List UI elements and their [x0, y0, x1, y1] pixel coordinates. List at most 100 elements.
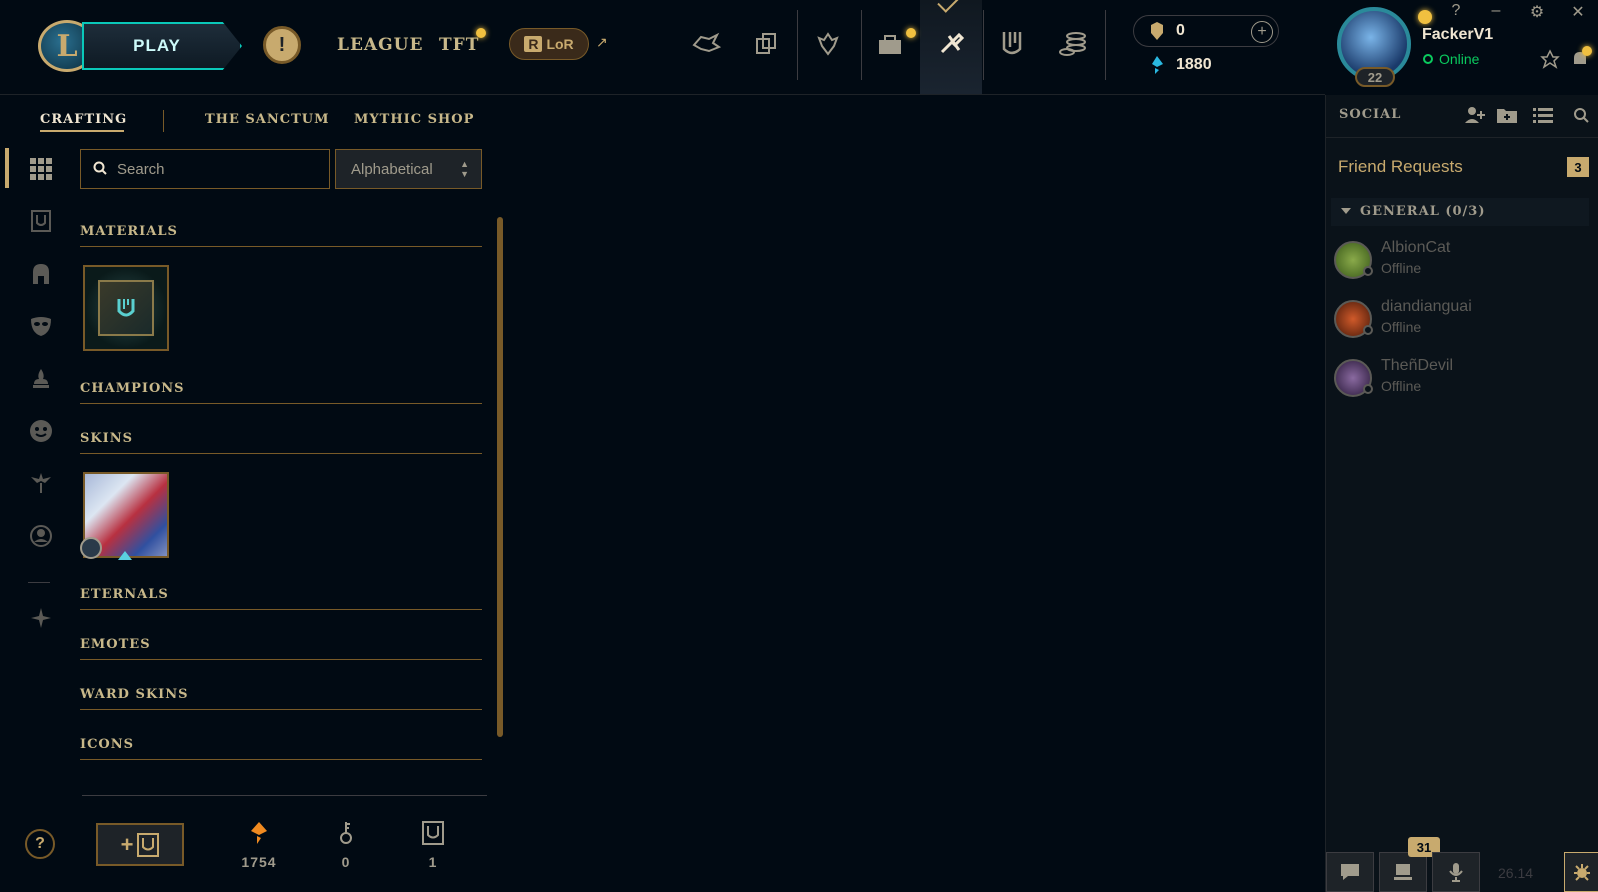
- offline-status-icon: [1363, 384, 1373, 394]
- section-champions: CHAMPIONS: [80, 381, 482, 404]
- skin-mask-icon[interactable]: [26, 311, 56, 341]
- add-friend-icon[interactable]: [1462, 103, 1488, 127]
- section-emotes: EMOTES: [80, 637, 482, 660]
- close-button[interactable]: ✕: [1566, 2, 1590, 22]
- list-view-icon[interactable]: [1530, 103, 1556, 127]
- subnav-separator: [163, 110, 164, 132]
- loot-crafting-icon[interactable]: [931, 24, 971, 64]
- online-status[interactable]: Online: [1423, 51, 1479, 67]
- tab-crafting[interactable]: CRAFTING: [40, 112, 127, 127]
- nav-separator: [983, 10, 984, 80]
- play-button[interactable]: PLAY: [82, 22, 242, 70]
- tab-the-sanctum[interactable]: THE SANCTUM: [205, 112, 330, 127]
- rail-separator: [28, 582, 50, 583]
- blue-essence-icon: [1149, 55, 1165, 75]
- skin-shard-badge-icon: [80, 537, 102, 559]
- collection-cards-icon[interactable]: [746, 24, 786, 64]
- offline-status-icon: [1363, 266, 1373, 276]
- offline-status-icon: [1363, 325, 1373, 335]
- section-icons: ICONS: [80, 737, 482, 760]
- key-icon: [316, 818, 376, 848]
- add-chest-button[interactable]: +: [96, 823, 184, 866]
- chevron-down-icon: [1341, 208, 1351, 214]
- mission-tracker-icon[interactable]: [1540, 49, 1560, 69]
- profile-avatar[interactable]: 22: [1335, 5, 1413, 87]
- summoner-name: FackerV1: [1422, 26, 1494, 43]
- help-button[interactable]: ?: [1444, 2, 1468, 20]
- alert-icon[interactable]: !: [263, 26, 301, 64]
- bug-report-icon[interactable]: [1564, 852, 1598, 892]
- chests-stat: 1: [403, 818, 463, 870]
- masterwork-chest-tile[interactable]: [83, 265, 169, 351]
- tab-crafting-underline: [40, 130, 124, 132]
- friend-name: diandianguai: [1381, 298, 1472, 315]
- tft-notification-dot: [476, 28, 486, 38]
- section-eternals: ETERNALS: [80, 587, 482, 610]
- top-navigation-bar: L PLAY ! LEAGUE TFT R LoR ↗ 0 + 1880 22 …: [0, 0, 1592, 95]
- online-status-icon: [1423, 54, 1433, 64]
- nav-league[interactable]: LEAGUE: [337, 35, 423, 55]
- search-icon: [93, 161, 107, 178]
- social-header-separator: [1326, 137, 1598, 138]
- rp-coins-icon[interactable]: [1053, 24, 1093, 64]
- lor-label: LoR: [546, 36, 574, 52]
- tft-little-legend-icon[interactable]: [808, 24, 848, 64]
- store-bag-icon[interactable]: [870, 24, 910, 64]
- riot-hand-icon[interactable]: [686, 24, 726, 64]
- lor-logo-icon: R: [524, 36, 543, 52]
- search-friends-icon[interactable]: [1568, 103, 1594, 127]
- chest-icon: [137, 832, 160, 857]
- loot-help-button[interactable]: ?: [25, 829, 55, 859]
- minimize-button[interactable]: –: [1484, 2, 1508, 20]
- add-folder-icon[interactable]: [1494, 103, 1520, 127]
- key-fragments-stat: 0: [316, 818, 376, 870]
- chat-button[interactable]: [1326, 852, 1374, 892]
- search-input[interactable]: [117, 160, 307, 178]
- eternals-icon[interactable]: [26, 603, 56, 633]
- nav-separator: [861, 10, 862, 80]
- nav-tft[interactable]: TFT: [439, 35, 479, 55]
- rp-icon: [1149, 21, 1165, 41]
- orange-essence-value: 1754: [241, 854, 277, 870]
- little-legend-icon[interactable]: [26, 363, 56, 393]
- profile-notification-dot: [1418, 10, 1432, 24]
- lor-button[interactable]: R LoR: [509, 28, 589, 60]
- friend-name: AlbionCat: [1381, 239, 1451, 256]
- sort-chevron-icon: ▲ ▼: [460, 159, 469, 179]
- loot-scrollbar[interactable]: [497, 217, 503, 737]
- emote-face-icon[interactable]: [26, 416, 56, 446]
- friend-row[interactable]: AlbionCat Offline: [1334, 236, 1589, 286]
- nav-separator: [797, 10, 798, 80]
- chest-icon: [98, 280, 154, 336]
- bell-notification-dot: [1582, 46, 1592, 56]
- champion-helmet-icon[interactable]: [26, 259, 56, 289]
- key-fragments-value: 0: [341, 854, 351, 870]
- nav-separator: [1105, 10, 1106, 80]
- profile-icon-icon[interactable]: [26, 521, 56, 551]
- friend-status: Offline: [1381, 319, 1422, 335]
- ward-icon[interactable]: [26, 468, 56, 498]
- voice-mic-button[interactable]: [1432, 852, 1480, 892]
- settings-gear-icon[interactable]: ⚙: [1525, 2, 1549, 22]
- friend-row[interactable]: TheñDevil Offline: [1334, 354, 1589, 404]
- clash-icon[interactable]: [992, 24, 1032, 64]
- friend-requests-link[interactable]: Friend Requests: [1338, 157, 1463, 177]
- friend-row[interactable]: diandianguai Offline: [1334, 295, 1589, 345]
- sort-dropdown[interactable]: Alphabetical ▲ ▼: [335, 149, 482, 189]
- sort-dropdown-value: Alphabetical: [351, 160, 433, 178]
- plus-icon: +: [120, 831, 134, 857]
- tab-mythic-shop[interactable]: MYTHIC SHOP: [354, 112, 474, 127]
- friend-requests-count-badge: 3: [1567, 157, 1589, 177]
- notifications-button[interactable]: [1379, 852, 1427, 892]
- social-bottom-bar: 31 26.14: [1326, 837, 1598, 892]
- friend-group-label: GENERAL (0/3): [1360, 204, 1486, 219]
- section-materials: MATERIALS: [80, 224, 482, 247]
- chest-icon[interactable]: [26, 206, 56, 236]
- buy-rp-button[interactable]: +: [1251, 21, 1273, 43]
- online-status-label: Online: [1439, 51, 1480, 67]
- all-items-grid-icon[interactable]: [26, 154, 56, 184]
- friend-group-general[interactable]: GENERAL (0/3): [1331, 198, 1589, 226]
- rp-value: 0: [1176, 22, 1185, 39]
- section-ward-skins: WARD SKINS: [80, 687, 482, 710]
- league-client-window: L PLAY ! LEAGUE TFT R LoR ↗ 0 + 1880 22 …: [0, 0, 1598, 892]
